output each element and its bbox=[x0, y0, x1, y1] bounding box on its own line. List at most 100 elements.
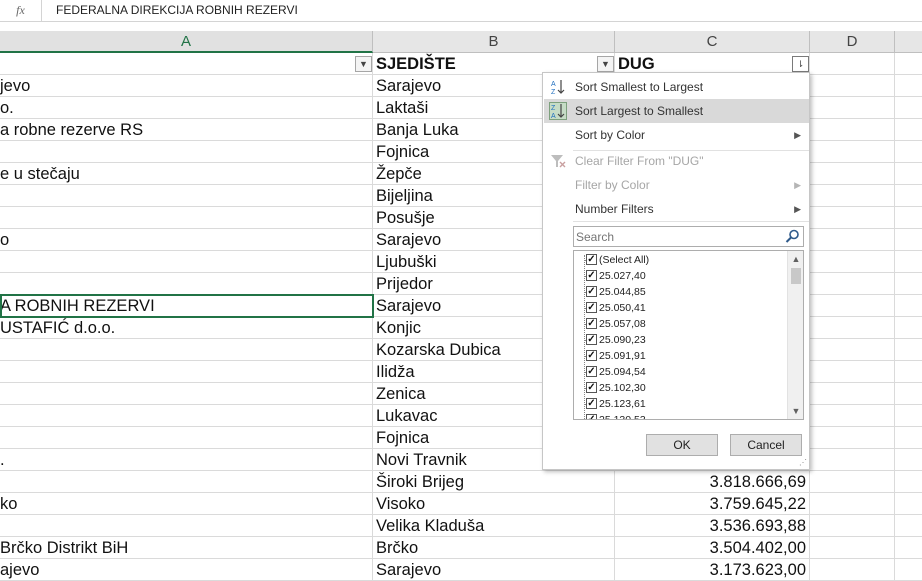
clear-filter-item[interactable]: Clear Filter From "DUG" bbox=[544, 149, 809, 173]
formula-content[interactable]: FEDERALNA DIREKCIJA ROBNIH REZERVI bbox=[56, 0, 298, 22]
table-cell[interactable] bbox=[0, 471, 373, 493]
filter-search-input[interactable] bbox=[576, 228, 781, 245]
select-all-item[interactable]: ✓ (Select All) bbox=[574, 252, 786, 268]
table-cell[interactable] bbox=[810, 515, 895, 537]
scroll-up-icon[interactable]: ▲ bbox=[788, 251, 803, 267]
list-scrollbar[interactable]: ▲ ▼ bbox=[787, 251, 803, 419]
table-cell[interactable] bbox=[810, 229, 895, 251]
table-cell[interactable] bbox=[895, 119, 922, 141]
column-header-b[interactable]: B bbox=[373, 31, 615, 53]
filter-value-item[interactable]: ✓ 25.050,41 bbox=[574, 300, 786, 316]
table-cell[interactable] bbox=[0, 185, 373, 207]
table-cell[interactable] bbox=[895, 185, 922, 207]
table-cell[interactable] bbox=[895, 339, 922, 361]
scroll-down-icon[interactable]: ▼ bbox=[788, 403, 803, 419]
table-cell[interactable]: o. bbox=[0, 97, 373, 119]
table-cell[interactable] bbox=[895, 75, 922, 97]
table-cell[interactable]: a robne rezerve RS bbox=[0, 119, 373, 141]
column-header-d[interactable]: D bbox=[810, 31, 895, 53]
table-cell[interactable]: 3.818.666,69 bbox=[615, 471, 810, 493]
table-cell[interactable] bbox=[895, 449, 922, 471]
table-cell[interactable] bbox=[895, 295, 922, 317]
filter-value-item[interactable]: ✓ 25.123,61 bbox=[574, 396, 786, 412]
search-icon[interactable] bbox=[784, 228, 801, 245]
table-cell[interactable] bbox=[0, 251, 373, 273]
table-cell[interactable] bbox=[810, 339, 895, 361]
checkbox[interactable]: ✓ bbox=[586, 270, 597, 281]
table-cell[interactable]: Široki Brijeg bbox=[373, 471, 615, 493]
table-cell[interactable] bbox=[0, 141, 373, 163]
filter-dropdown-c-icon[interactable]: ⇂ bbox=[792, 56, 809, 72]
table-cell[interactable]: jevo bbox=[0, 75, 373, 97]
table-cell[interactable] bbox=[0, 273, 373, 295]
table-cell[interactable] bbox=[810, 317, 895, 339]
filter-dropdown-b-icon[interactable]: ▼ bbox=[597, 56, 614, 72]
filter-by-color-item[interactable]: Filter by Color ▶ bbox=[544, 173, 809, 197]
table-cell[interactable]: Sarajevo bbox=[373, 559, 615, 581]
table-cell[interactable] bbox=[895, 229, 922, 251]
function-icon[interactable]: fx bbox=[0, 0, 42, 22]
table-cell[interactable] bbox=[0, 207, 373, 229]
sort-descending-item[interactable]: Z A Sort Largest to Smallest bbox=[544, 99, 809, 123]
checkbox[interactable]: ✓ bbox=[586, 382, 597, 393]
table-cell[interactable]: ajevo bbox=[0, 559, 373, 581]
table-cell[interactable] bbox=[810, 427, 895, 449]
table-cell[interactable] bbox=[810, 471, 895, 493]
column-header-c[interactable]: C bbox=[615, 31, 810, 53]
table-cell[interactable] bbox=[895, 317, 922, 339]
table-cell[interactable]: A ROBNIH REZERVI bbox=[0, 295, 373, 317]
table-cell[interactable] bbox=[810, 141, 895, 163]
filter-value-item[interactable]: ✓ 25.027,40 bbox=[574, 268, 786, 284]
table-cell[interactable] bbox=[895, 471, 922, 493]
table-cell[interactable] bbox=[895, 427, 922, 449]
column-header-e[interactable] bbox=[895, 31, 922, 53]
table-cell[interactable] bbox=[895, 273, 922, 295]
table-cell[interactable] bbox=[895, 537, 922, 559]
filter-value-item[interactable]: ✓ 25.044,85 bbox=[574, 284, 786, 300]
table-cell[interactable] bbox=[895, 515, 922, 537]
table-cell[interactable] bbox=[895, 163, 922, 185]
checkbox[interactable]: ✓ bbox=[586, 398, 597, 409]
cancel-button[interactable]: Cancel bbox=[730, 434, 802, 456]
table-cell[interactable]: 3.173.623,00 bbox=[615, 559, 810, 581]
table-cell[interactable] bbox=[810, 251, 895, 273]
table-cell[interactable]: ko bbox=[0, 493, 373, 515]
filter-value-item[interactable]: ✓ 25.090,23 bbox=[574, 332, 786, 348]
table-cell[interactable] bbox=[810, 383, 895, 405]
column-header-a[interactable]: A bbox=[0, 31, 373, 53]
filter-dropdown-a-icon[interactable]: ▼ bbox=[355, 56, 372, 72]
checkbox[interactable]: ✓ bbox=[586, 318, 597, 329]
filter-value-item[interactable]: ✓ 25.094,54 bbox=[574, 364, 786, 380]
checkbox[interactable]: ✓ bbox=[586, 350, 597, 361]
table-cell[interactable] bbox=[895, 405, 922, 427]
table-cell[interactable] bbox=[895, 97, 922, 119]
table-cell[interactable] bbox=[0, 405, 373, 427]
table-cell[interactable] bbox=[810, 75, 895, 97]
table-cell[interactable] bbox=[895, 383, 922, 405]
checkbox[interactable]: ✓ bbox=[586, 286, 597, 297]
table-cell[interactable] bbox=[895, 493, 922, 515]
table-cell[interactable] bbox=[810, 119, 895, 141]
table-cell[interactable] bbox=[0, 427, 373, 449]
checkbox[interactable]: ✓ bbox=[586, 334, 597, 345]
filter-value-item[interactable]: ✓ 25.057,08 bbox=[574, 316, 786, 332]
header-cell-a[interactable] bbox=[0, 53, 373, 75]
table-cell[interactable] bbox=[810, 185, 895, 207]
table-cell[interactable]: 3.536.693,88 bbox=[615, 515, 810, 537]
sort-by-color-item[interactable]: Sort by Color ▶ bbox=[544, 123, 809, 147]
table-cell[interactable] bbox=[810, 449, 895, 471]
table-cell[interactable] bbox=[895, 251, 922, 273]
checkbox[interactable]: ✓ bbox=[586, 254, 597, 265]
table-cell[interactable]: Brčko Distrikt BiH bbox=[0, 537, 373, 559]
table-cell[interactable] bbox=[810, 97, 895, 119]
checkbox[interactable]: ✓ bbox=[586, 302, 597, 313]
resize-grip-icon[interactable]: ⋰ bbox=[799, 459, 807, 467]
table-cell[interactable] bbox=[810, 295, 895, 317]
table-cell[interactable]: o bbox=[0, 229, 373, 251]
ok-button[interactable]: OK bbox=[646, 434, 718, 456]
table-cell[interactable] bbox=[0, 339, 373, 361]
table-cell[interactable] bbox=[895, 53, 922, 75]
filter-value-item[interactable]: ✓ 25.130,53 bbox=[574, 412, 786, 419]
table-cell[interactable]: 3.759.645,22 bbox=[615, 493, 810, 515]
sort-ascending-item[interactable]: A Z Sort Smallest to Largest bbox=[544, 75, 809, 99]
